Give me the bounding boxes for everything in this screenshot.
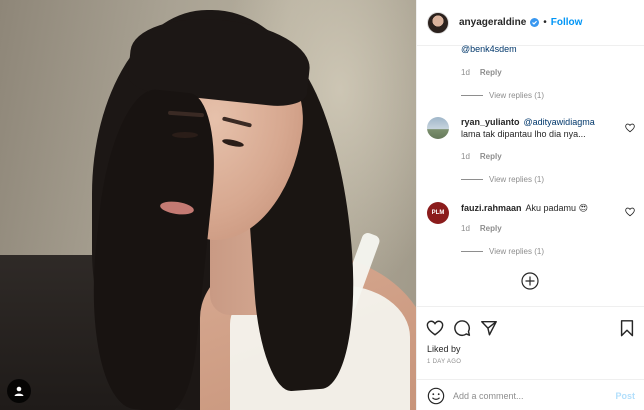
like-comment-heart-icon[interactable] <box>625 123 635 133</box>
commenter-avatar[interactable] <box>427 117 449 139</box>
add-comment-input[interactable] <box>453 390 616 401</box>
comment-text: @benk4sdem <box>461 44 517 54</box>
post-header: anyageraldine • Follow <box>417 0 644 46</box>
commenter-avatar-text: PLM <box>431 210 445 216</box>
comment-mention[interactable]: @benk4sdem <box>461 44 517 54</box>
reply-button[interactable]: Reply <box>480 152 502 161</box>
verified-badge-icon <box>530 18 540 27</box>
reply-button[interactable]: Reply <box>480 224 502 233</box>
view-replies-label: View replies (1) <box>489 175 544 184</box>
commenter-username[interactable]: fauzi.rahmaan <box>461 203 522 213</box>
comment-time: 1d <box>461 68 470 77</box>
replies-divider <box>461 251 483 252</box>
post-side-panel: anyageraldine • Follow @benk4sdem 1d Repl… <box>416 0 644 410</box>
view-replies-label: View replies (1) <box>489 247 544 256</box>
liked-by-text[interactable]: Liked by <box>427 344 461 354</box>
comment-time: 1d <box>461 224 470 233</box>
comment-bubble-icon[interactable] <box>453 319 471 337</box>
share-paper-plane-icon[interactable] <box>480 319 498 337</box>
comment-text: ryan_yulianto @adityawidiagma lama tak di… <box>461 116 611 140</box>
replies-divider <box>461 95 483 96</box>
replies-divider <box>461 179 483 180</box>
author-avatar[interactable] <box>427 11 449 34</box>
comment-body: lama tak dipantau lho dia nya... <box>461 129 586 139</box>
comment-meta: 1d Reply <box>461 224 502 233</box>
view-replies-button[interactable]: View replies (1) <box>461 91 544 100</box>
add-comment-bar: Post <box>417 379 644 410</box>
save-bookmark-icon[interactable] <box>618 319 636 337</box>
comment-text: fauzi.rahmaan Aku padamu 😍 <box>461 203 611 214</box>
author-username[interactable]: anyageraldine <box>459 17 526 28</box>
photo-eye-left <box>172 132 198 138</box>
follow-button[interactable]: Follow <box>551 17 583 28</box>
like-heart-icon[interactable] <box>426 319 444 337</box>
post-timestamp[interactable]: 1 DAY AGO <box>427 359 461 365</box>
load-more-comments-icon[interactable] <box>521 272 539 290</box>
view-replies-label: View replies (1) <box>489 91 544 100</box>
post-photo[interactable] <box>0 0 416 410</box>
user-tag-icon[interactable] <box>7 379 31 403</box>
like-comment-heart-icon[interactable] <box>625 207 635 217</box>
emoji-smiley-icon[interactable] <box>427 387 445 405</box>
comment-time: 1d <box>461 152 470 161</box>
commenter-username[interactable]: ryan_yulianto <box>461 117 520 127</box>
comment-body: Aku padamu 😍 <box>525 203 588 213</box>
comment-meta: 1d Reply <box>461 152 502 161</box>
comment-meta: 1d Reply <box>461 68 502 77</box>
view-replies-button[interactable]: View replies (1) <box>461 175 544 184</box>
header-separator: • <box>543 17 547 28</box>
reply-button[interactable]: Reply <box>480 68 502 77</box>
comments-list: @benk4sdem 1d Reply View replies (1) ryan… <box>417 44 644 306</box>
commenter-avatar[interactable]: PLM <box>427 202 449 224</box>
view-replies-button[interactable]: View replies (1) <box>461 247 544 256</box>
comment-mention[interactable]: @adityawidiagma <box>524 117 595 127</box>
post-actions: Liked by 1 DAY AGO Post <box>417 306 644 410</box>
post-comment-button[interactable]: Post <box>615 391 635 401</box>
